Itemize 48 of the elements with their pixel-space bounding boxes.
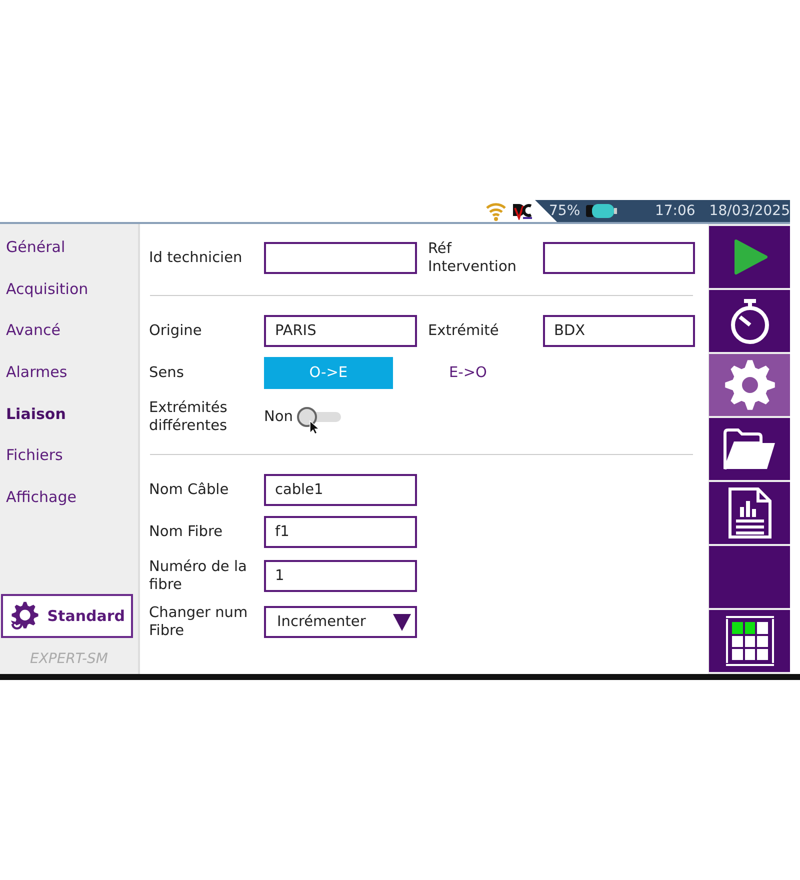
cursor-icon — [309, 420, 319, 435]
plug-icon — [511, 202, 533, 220]
settings-icon — [724, 359, 776, 411]
report-icon — [728, 487, 772, 539]
field-label: Id technicien — [149, 249, 244, 267]
field-label: Changer num Fibre — [149, 604, 249, 640]
switch-state: Non — [264, 409, 293, 425]
caret-icon — [393, 613, 411, 631]
sidebar-item[interactable]: Acquisition — [0, 276, 138, 318]
increment-dropdown[interactable]: Incrémenter — [264, 606, 417, 638]
wifi-icon — [485, 201, 507, 221]
field-label: Réf Intervention — [427, 240, 518, 276]
battery-percent: 75% — [549, 203, 580, 219]
text-field[interactable]: 1 — [264, 560, 417, 592]
field-label: Nom Fibre — [149, 523, 224, 541]
sidebar-item[interactable]: Général — [0, 235, 138, 277]
field-label: Nom Câble — [149, 481, 230, 499]
text-field[interactable]: BDX — [543, 315, 695, 347]
field-label: Numéro de la fibre — [149, 558, 248, 594]
sidebar-item[interactable]: Alarmes — [0, 360, 138, 402]
text-field[interactable] — [264, 242, 417, 274]
tool-button[interactable] — [709, 610, 790, 672]
clock-time: 17:06 — [654, 203, 696, 219]
tool-button[interactable] — [709, 482, 790, 544]
text-field[interactable]: f1 — [264, 516, 417, 548]
mode-label: EXPERT-SM — [28, 650, 110, 669]
text-field[interactable] — [543, 242, 695, 274]
field-label: Origine — [149, 322, 203, 340]
tool-button[interactable] — [709, 354, 790, 416]
sidebar-item[interactable]: Fichiers — [0, 443, 138, 486]
sidebar-item[interactable]: Affichage — [0, 485, 138, 527]
toggle-switch[interactable] — [296, 406, 341, 428]
direction-option[interactable]: E->O — [392, 357, 543, 389]
date-text: 18/03/2025 — [709, 203, 790, 219]
field-label: Extrémités différentes — [149, 399, 228, 435]
tool-button[interactable] — [709, 418, 790, 480]
sidebar-item[interactable]: Avancé — [0, 318, 138, 360]
sidebar-item[interactable]: Liaison — [0, 402, 138, 444]
field-label: Extrémité — [427, 322, 500, 340]
profile-button[interactable]: Standard — [1, 594, 133, 638]
text-field[interactable]: PARIS — [264, 315, 417, 347]
play-icon — [732, 239, 768, 275]
folder-icon — [722, 427, 776, 471]
grid-icon — [724, 615, 774, 667]
tool-button[interactable] — [709, 290, 790, 352]
battery-icon — [586, 203, 618, 219]
field-label: Sens — [149, 364, 185, 382]
text-field[interactable]: cable1 — [264, 474, 417, 506]
